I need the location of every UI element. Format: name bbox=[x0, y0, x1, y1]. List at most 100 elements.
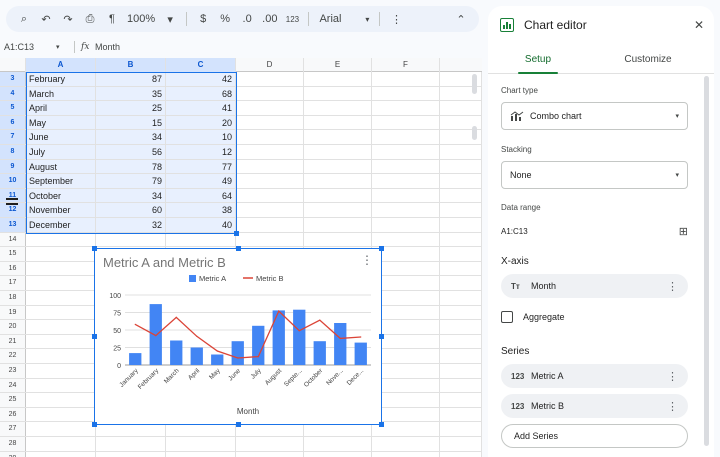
grid-cell[interactable]: 64 bbox=[166, 188, 236, 203]
grid-cell[interactable] bbox=[96, 232, 166, 247]
grid-cell[interactable] bbox=[372, 174, 440, 188]
percent-format-button[interactable]: % bbox=[215, 9, 235, 29]
grid-cell[interactable]: 34 bbox=[96, 188, 166, 203]
grid-cell[interactable] bbox=[440, 159, 482, 174]
grid-cell[interactable] bbox=[26, 276, 96, 290]
grid-cell[interactable] bbox=[372, 145, 440, 159]
grid-cell[interactable] bbox=[304, 115, 372, 130]
grid-cell[interactable] bbox=[236, 72, 304, 86]
close-icon[interactable]: ✕ bbox=[694, 18, 704, 32]
grid-cell[interactable] bbox=[304, 174, 372, 188]
corner-cell[interactable] bbox=[0, 58, 26, 72]
grid-cell[interactable] bbox=[372, 451, 440, 457]
aggregate-option[interactable]: Aggregate bbox=[501, 311, 565, 323]
grid-cell[interactable]: 34 bbox=[96, 130, 166, 144]
grid-cell[interactable] bbox=[26, 247, 96, 261]
chart-type-dropdown[interactable]: Combo chart ▾ bbox=[501, 102, 688, 130]
grid-cell[interactable] bbox=[440, 349, 482, 363]
grid-cell[interactable] bbox=[440, 145, 482, 159]
grid-cell[interactable] bbox=[236, 101, 304, 115]
row-header[interactable]: 20 bbox=[0, 320, 26, 334]
decrease-decimal-button[interactable]: .0 bbox=[237, 9, 257, 29]
row-header[interactable]: 21 bbox=[0, 334, 26, 349]
grid-cell[interactable] bbox=[440, 305, 482, 320]
grid-cell[interactable]: November bbox=[26, 203, 96, 217]
grid-cell[interactable]: 77 bbox=[166, 159, 236, 174]
grid-cell[interactable] bbox=[236, 130, 304, 144]
grid-cell[interactable] bbox=[372, 130, 440, 144]
grid-cell[interactable] bbox=[26, 291, 96, 305]
grid-cell[interactable] bbox=[26, 232, 96, 247]
grid-cell[interactable] bbox=[26, 451, 96, 457]
grid-cell[interactable]: 20 bbox=[166, 115, 236, 130]
chart-resize-handle[interactable] bbox=[92, 422, 97, 427]
row-header[interactable]: 17 bbox=[0, 276, 26, 290]
chart-resize-handle[interactable] bbox=[379, 334, 384, 339]
grid-cell[interactable] bbox=[440, 393, 482, 407]
grid-cell[interactable]: 78 bbox=[96, 159, 166, 174]
grid-cell[interactable] bbox=[26, 407, 96, 422]
grid-cell[interactable] bbox=[304, 72, 372, 86]
chart-resize-handle[interactable] bbox=[92, 334, 97, 339]
row-header[interactable]: 5 bbox=[0, 101, 26, 115]
column-header-c[interactable]: C bbox=[166, 58, 236, 72]
grid-cell[interactable] bbox=[440, 378, 482, 393]
grid-cell[interactable] bbox=[440, 422, 482, 436]
grid-cell[interactable] bbox=[236, 218, 304, 232]
row-header[interactable]: 19 bbox=[0, 305, 26, 320]
embedded-chart[interactable]: Metric A and Metric B ⋮ 0 25 50 75 100 Januar… bbox=[92, 246, 384, 427]
grid-cell[interactable] bbox=[440, 174, 482, 188]
grid-cell[interactable] bbox=[236, 188, 304, 203]
row-header[interactable]: 26 bbox=[0, 407, 26, 422]
grid-cell[interactable]: 49 bbox=[166, 174, 236, 188]
grid-cell[interactable] bbox=[304, 86, 372, 101]
undo-icon[interactable]: ↶ bbox=[36, 9, 56, 29]
grid-cell[interactable]: 12 bbox=[166, 145, 236, 159]
grid-cell[interactable] bbox=[96, 437, 166, 451]
grid-cell[interactable] bbox=[440, 101, 482, 115]
zoom-select[interactable]: 100% bbox=[124, 9, 158, 29]
select-range-grid-icon[interactable]: ⊞ bbox=[679, 225, 688, 238]
grid-cell[interactable] bbox=[26, 422, 96, 436]
series-chip[interactable]: 123 Metric A ⋮ bbox=[501, 364, 688, 388]
more-options-icon[interactable]: ⋮ bbox=[386, 9, 406, 29]
row-header[interactable]: 13 bbox=[0, 218, 26, 232]
stacking-dropdown[interactable]: None ▾ bbox=[501, 161, 688, 189]
print-icon[interactable]: ⎙ bbox=[80, 9, 100, 29]
grid-cell[interactable] bbox=[26, 364, 96, 378]
grid-cell[interactable] bbox=[26, 334, 96, 349]
row-header[interactable]: 15 bbox=[0, 247, 26, 261]
search-icon[interactable]: ⌕ bbox=[14, 9, 34, 29]
grid-cell[interactable]: 40 bbox=[166, 218, 236, 232]
row-header[interactable]: 9 bbox=[0, 159, 26, 174]
more-vert-icon[interactable]: ⋮ bbox=[667, 370, 678, 383]
grid-cell[interactable] bbox=[440, 261, 482, 276]
grid-cell[interactable]: March bbox=[26, 86, 96, 101]
redo-icon[interactable]: ↷ bbox=[58, 9, 78, 29]
grid-cell[interactable] bbox=[372, 188, 440, 203]
grid-cell[interactable] bbox=[236, 86, 304, 101]
data-range-row[interactable]: A1:C13 ⊞ bbox=[501, 224, 688, 238]
tab-setup[interactable]: Setup bbox=[518, 54, 558, 65]
grid-cell[interactable] bbox=[166, 451, 236, 457]
grid-cell[interactable] bbox=[26, 378, 96, 393]
vertical-scrollbar-thumb[interactable] bbox=[472, 126, 477, 140]
row-header[interactable]: 16 bbox=[0, 261, 26, 276]
grid-cell[interactable] bbox=[440, 291, 482, 305]
currency-format-button[interactable]: $ bbox=[193, 9, 213, 29]
grid-cell[interactable] bbox=[26, 305, 96, 320]
more-vert-icon[interactable]: ⋮ bbox=[667, 280, 678, 293]
grid-cell[interactable] bbox=[166, 232, 236, 247]
grid-cell[interactable] bbox=[304, 145, 372, 159]
grid-cell[interactable] bbox=[26, 349, 96, 363]
chart-resize-handle[interactable] bbox=[92, 246, 97, 251]
grid-cell[interactable]: 32 bbox=[96, 218, 166, 232]
row-header[interactable]: 8 bbox=[0, 145, 26, 159]
grid-cell[interactable] bbox=[236, 159, 304, 174]
grid-cell[interactable] bbox=[304, 188, 372, 203]
grid-cell[interactable] bbox=[440, 203, 482, 217]
font-select[interactable]: Arial ▾ bbox=[315, 9, 373, 29]
name-box-caret-icon[interactable]: ▾ bbox=[56, 43, 68, 51]
grid-cell[interactable] bbox=[236, 437, 304, 451]
grid-cell[interactable] bbox=[440, 320, 482, 334]
